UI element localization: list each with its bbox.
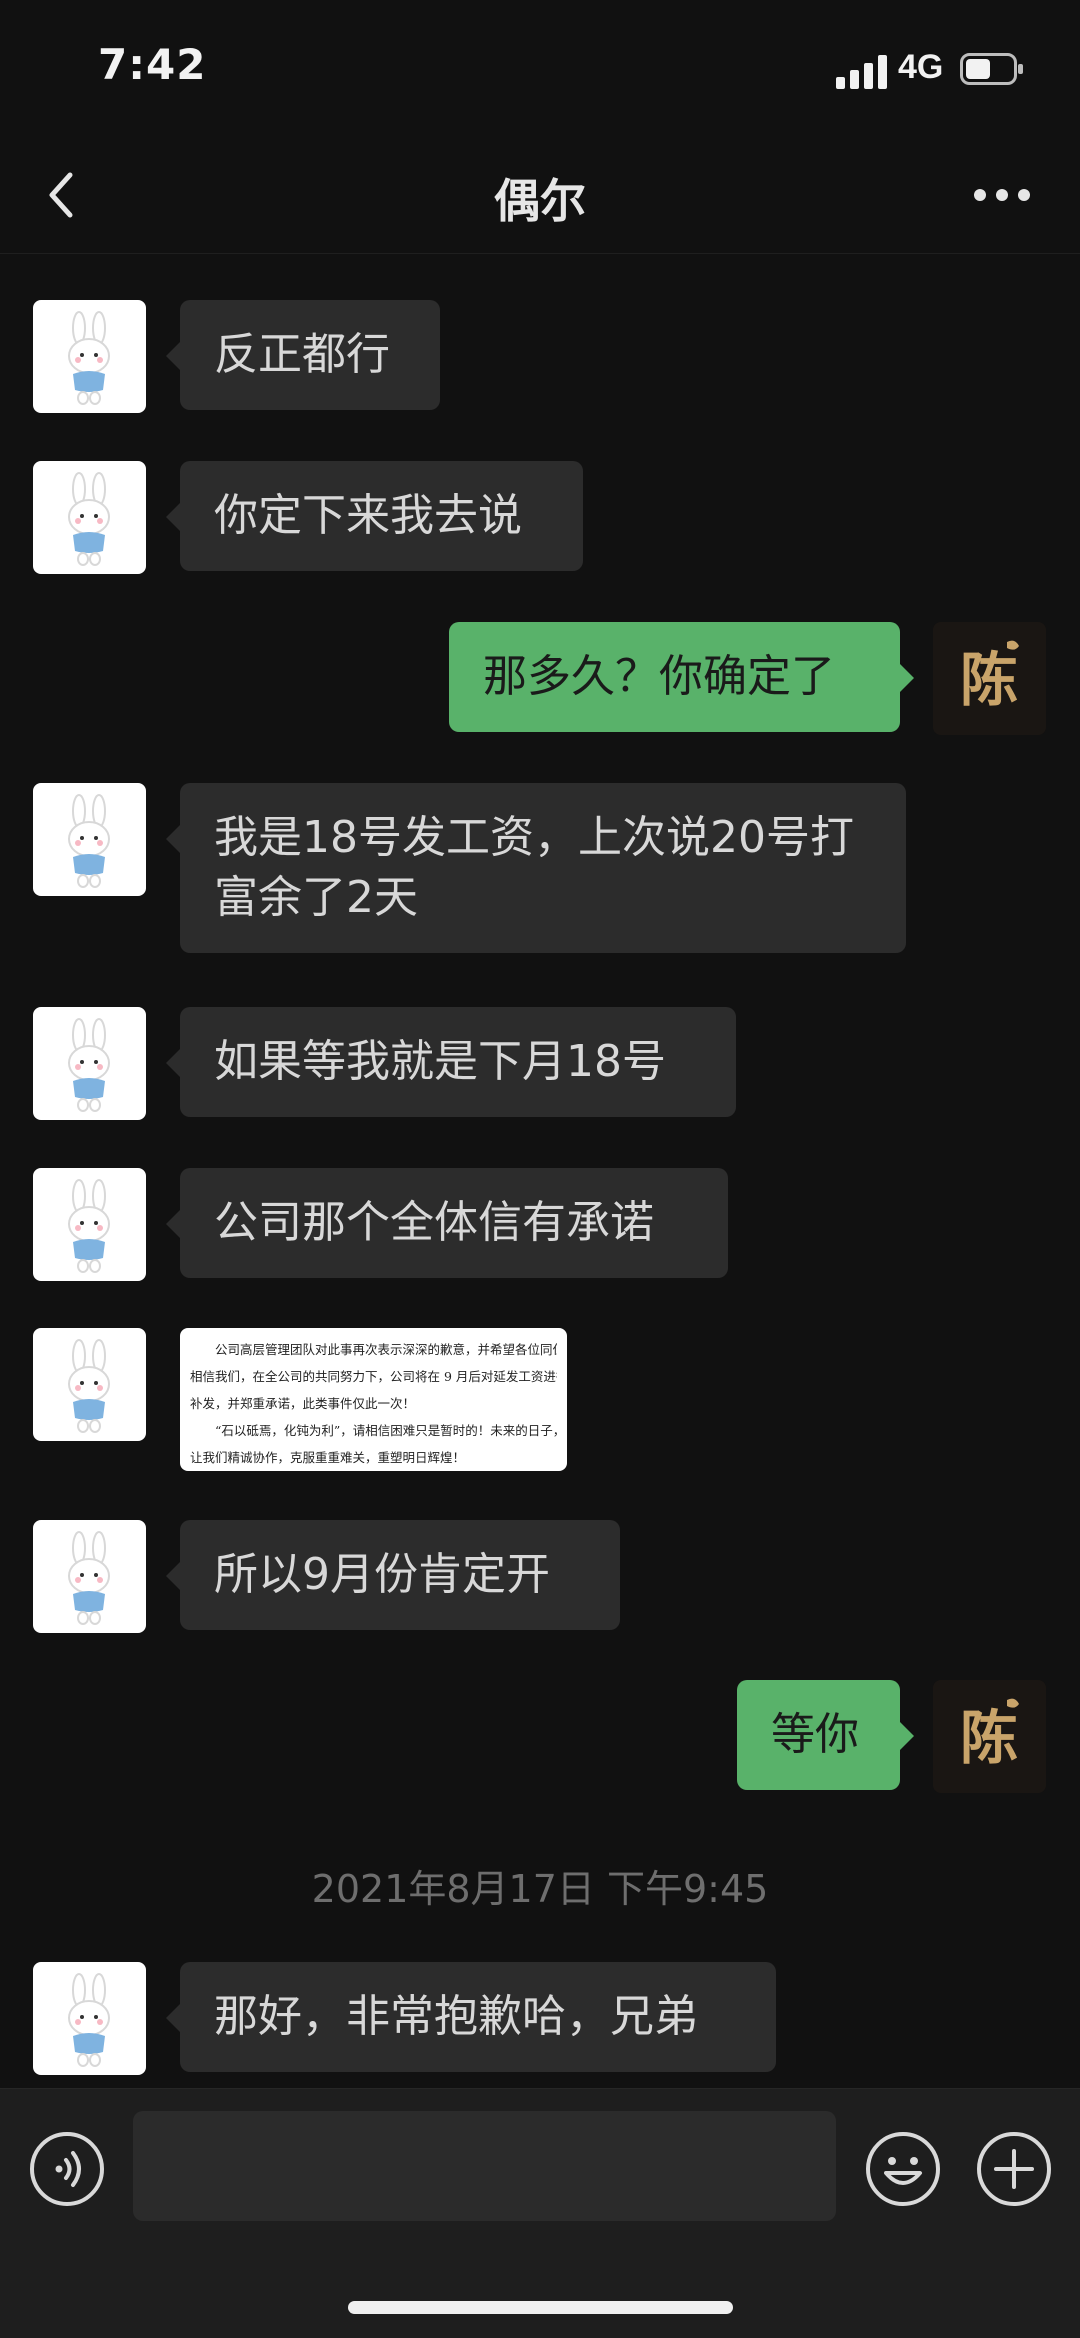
message-bubble[interactable]: 你定下来我去说	[166, 461, 583, 571]
image-text-line: 公司高层管理团队对此事再次表示深深的歉意，并希望各位同仁	[190, 1342, 557, 1357]
chat-title: 偶尔	[494, 174, 586, 228]
message-bubble[interactable]: 我是18号发工资，上次说20号打富余了2天	[166, 783, 906, 953]
image-text-line: 补发，并郑重承诺，此类事件仅此一次！	[190, 1396, 416, 1411]
message-bubble[interactable]: 反正都行	[166, 300, 440, 410]
sent-message-bubble[interactable]: 等你	[737, 1680, 914, 1790]
home-indicator[interactable]	[348, 2301, 733, 2314]
sent-message-bubble[interactable]: 那多久？你确定了	[449, 622, 914, 732]
contact-avatar[interactable]	[33, 1007, 146, 1120]
message-bubble[interactable]: 所以9月份肯定开	[166, 1520, 620, 1630]
plus-icon[interactable]	[976, 2131, 1052, 2207]
contact-avatar[interactable]	[33, 300, 146, 413]
image-text-line: 让我们精诚协作，克服重重难关，重塑明日辉煌！	[190, 1450, 466, 1465]
my-avatar[interactable]: 陈	[933, 622, 1046, 735]
contact-avatar[interactable]	[33, 1962, 146, 2075]
emoji-icon[interactable]	[865, 2131, 941, 2207]
image-message[interactable]: 公司高层管理团队对此事再次表示深深的歉意，并希望各位同仁 相信我们，在全公司的共…	[180, 1328, 567, 1471]
more-button[interactable]	[972, 185, 1032, 205]
contact-avatar[interactable]	[33, 461, 146, 574]
contact-avatar[interactable]	[33, 783, 146, 896]
signal-icon	[836, 55, 887, 89]
status-time: 7:42	[98, 40, 207, 89]
contact-avatar[interactable]	[33, 1168, 146, 1281]
my-avatar[interactable]: 陈	[933, 1680, 1046, 1793]
svg-text:陈: 陈	[960, 646, 1018, 714]
image-text-line: 相信我们，在全公司的共同努力下，公司将在 9 月后对延发工资进行	[190, 1369, 557, 1384]
message-bubble[interactable]: 那好，非常抱歉哈，兄弟	[166, 1962, 776, 2072]
chat-header: 偶尔	[0, 135, 1080, 254]
message-bubble[interactable]: 如果等我就是下月18号	[166, 1007, 736, 1117]
message-bubble[interactable]: 公司那个全体信有承诺	[166, 1168, 728, 1278]
battery-icon	[960, 53, 1023, 85]
message-timestamp: 2021年8月17日 下午9:45	[311, 1867, 769, 1911]
voice-icon[interactable]	[29, 2131, 105, 2207]
status-bar: 7:42 4G	[0, 0, 1080, 135]
svg-text:陈: 陈	[960, 1704, 1018, 1772]
image-text-line: “石以砥焉，化钝为利”，请相信困难只是暂时的！未来的日子，	[190, 1423, 557, 1438]
contact-avatar[interactable]	[33, 1520, 146, 1633]
contact-avatar[interactable]	[33, 1328, 146, 1441]
message-input[interactable]	[133, 2111, 836, 2221]
network-type: 4G	[898, 48, 944, 86]
